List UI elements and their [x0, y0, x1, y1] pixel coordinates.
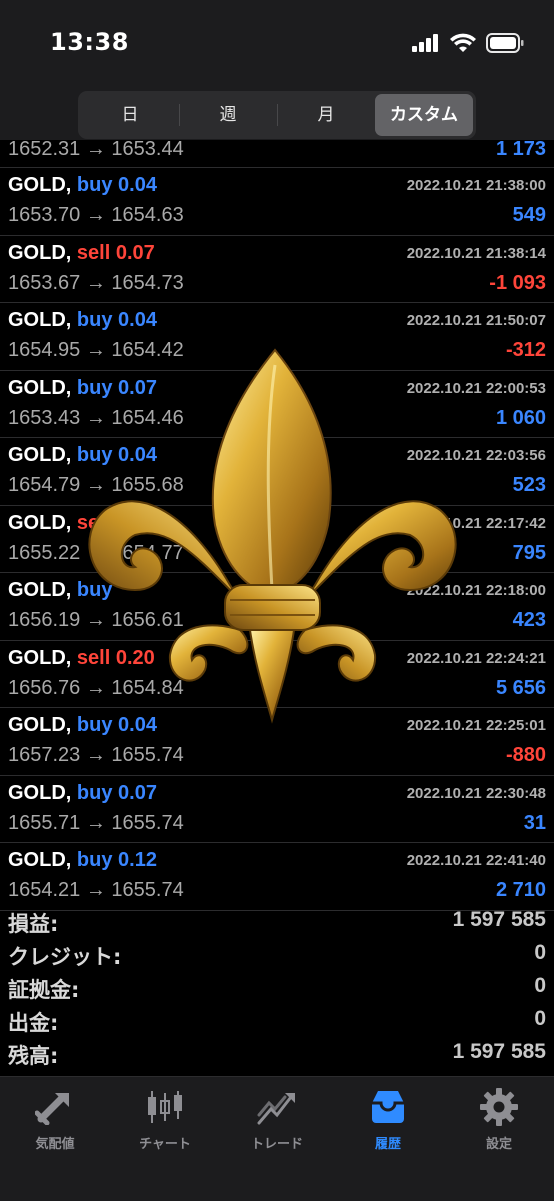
deal-prices: 1653.70 → 1654.63: [8, 204, 184, 226]
deal-symbol: GOLD, buy 0.04: [8, 309, 157, 332]
deal-type: sell 0.07: [76, 241, 155, 264]
wifi-icon: [450, 33, 476, 52]
summary-label: クレジット:: [8, 945, 122, 969]
tab-label: 気配値: [35, 1137, 75, 1152]
deal-symbol: GOLD, sell 0.07: [8, 242, 155, 265]
summary-label: 損益:: [8, 912, 59, 936]
symbol-name: GOLD,: [8, 376, 72, 399]
segment-week[interactable]: 週: [179, 94, 277, 136]
list-item[interactable]: GOLD, sell 0.07 2022.10.21 21:38:14 1653.6…: [0, 236, 554, 303]
deal-profit: 549: [512, 204, 546, 226]
summary-value: 1 597 585: [452, 908, 546, 931]
battery-icon: [486, 33, 524, 53]
deal-prices: 1655.71 → 1655.74: [8, 811, 184, 834]
summary-label: 残高:: [8, 1044, 59, 1068]
trade-line-icon: [257, 1093, 295, 1125]
deal-prices: 1652.31 → 1653.44: [8, 138, 184, 160]
deal-prices: 1657.23 → 1655.74: [8, 744, 184, 766]
symbol-name: GOLD,: [8, 511, 72, 534]
symbol-name: GOLD,: [8, 714, 72, 736]
summary-balance: 残高: 1 597 585: [0, 1037, 554, 1070]
symbol-name: GOLD,: [8, 579, 72, 601]
deal-symbol: GOLD, buy 0.12: [8, 849, 157, 872]
symbol-name: GOLD,: [8, 241, 72, 264]
deal-profit: -880: [505, 744, 546, 766]
deal-type: buy 0.07: [76, 781, 157, 804]
summary-deposit: 証拠金: 0: [0, 971, 554, 1004]
deal-profit: 5 656: [495, 676, 546, 699]
status-icons: [412, 32, 524, 54]
cellular-signal-icon: [412, 34, 438, 52]
segment-day[interactable]: 日: [81, 94, 179, 136]
fleur-de-lis-icon: [88, 348, 457, 724]
history-summary: 損益: 1 597 585 クレジット: 0 証拠金: 0 出金: 0 残高: …: [0, 905, 554, 1070]
symbol-name: GOLD,: [8, 781, 72, 804]
segment-custom[interactable]: カスタム: [375, 94, 473, 136]
summary-credit: クレジット: 0: [0, 938, 554, 971]
tab-chart[interactable]: チャート: [110, 1087, 220, 1152]
deal-time: 2022.10.21 22:30:48: [406, 784, 546, 802]
symbol-name: GOLD,: [8, 174, 72, 196]
deal-symbol: GOLD, buy 0.07: [8, 782, 157, 805]
period-segmented-control: 日 週 月 カスタム: [78, 91, 476, 139]
summary-withdrawal: 出金: 0: [0, 1004, 554, 1037]
symbol-name: GOLD,: [8, 646, 72, 669]
deal-prices: 1654.21 → 1655.74: [8, 879, 184, 901]
deal-time: 2022.10.21 21:38:00: [406, 177, 546, 194]
deal-profit: -312: [505, 339, 546, 361]
summary-value: 0: [534, 1007, 546, 1030]
deal-profit: 795: [512, 541, 546, 564]
deal-type: buy 0.04: [76, 309, 157, 331]
tab-settings[interactable]: 設定: [444, 1087, 554, 1152]
deal-profit: 2 710: [495, 879, 546, 901]
deal-profit: -1 093: [489, 271, 546, 294]
tab-label: チャート: [139, 1137, 191, 1152]
deal-prices: 1653.67 → 1654.73: [8, 271, 184, 294]
deal-type: buy 0.12: [76, 849, 157, 871]
list-item[interactable]: GOLD, buy 0.12 2022.10.21 22:41:40 1654.21…: [0, 843, 554, 911]
deal-type: buy 0.04: [76, 174, 157, 196]
list-item[interactable]: GOLD, buy 0.07 2022.10.21 22:30:48 1655.71…: [0, 776, 554, 843]
status-time: 13:38: [50, 28, 129, 56]
deal-profit: 423: [512, 609, 546, 631]
tab-history[interactable]: 履歴: [333, 1087, 443, 1152]
tab-label: 設定: [485, 1137, 512, 1152]
list-item[interactable]: GOLD, buy 0.04 2022.10.21 21:38:00 1653.70…: [0, 168, 554, 236]
summary-label: 出金:: [8, 1011, 59, 1035]
symbol-name: GOLD,: [8, 849, 72, 871]
deal-symbol: GOLD, buy 0.04: [8, 174, 157, 197]
deal-time: 2022.10.21 22:41:40: [406, 852, 546, 869]
quotes-arrows-icon: [35, 1093, 69, 1125]
symbol-name: GOLD,: [8, 444, 72, 466]
candlestick-chart-icon: [148, 1091, 182, 1123]
summary-value: 1 597 585: [452, 1040, 546, 1063]
deal-profit: 1 060: [495, 406, 546, 429]
deal-time: 2022.10.21 21:50:07: [406, 312, 546, 329]
summary-value: 0: [534, 941, 546, 964]
tab-label: トレード: [250, 1137, 303, 1152]
deal-profit: 1 173: [495, 138, 546, 160]
summary-profit: 損益: 1 597 585: [0, 905, 554, 938]
deal-profit: 31: [523, 811, 546, 834]
deal-time: 2022.10.21 21:38:14: [406, 244, 546, 262]
history-tray-icon: [372, 1091, 404, 1123]
summary-label: 証拠金:: [8, 978, 80, 1002]
tab-quotes[interactable]: 気配値: [0, 1087, 110, 1152]
symbol-name: GOLD,: [8, 309, 72, 331]
top-bar: 13:38 日 週 月 カスタム: [0, 0, 554, 140]
deal-profit: 523: [512, 474, 546, 496]
segment-month[interactable]: 月: [277, 94, 375, 136]
tab-bar: 気配値 チャート トレード 履歴 設定: [0, 1076, 554, 1201]
summary-value: 0: [534, 974, 546, 997]
gear-icon: [480, 1088, 518, 1126]
tab-label: 履歴: [374, 1137, 401, 1152]
tab-trade[interactable]: トレード: [222, 1087, 332, 1152]
